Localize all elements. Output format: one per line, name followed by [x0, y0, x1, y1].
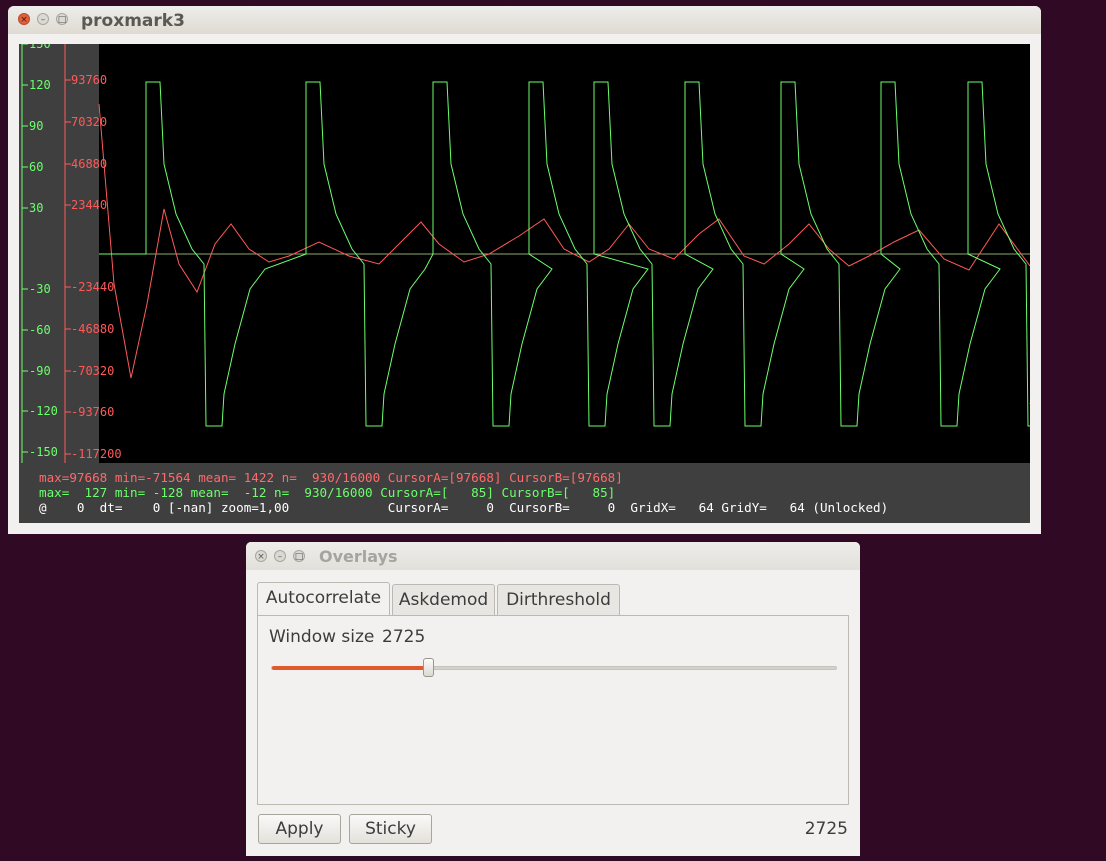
- tab-autocorrelate[interactable]: Autocorrelate: [257, 582, 390, 615]
- sticky-button[interactable]: Sticky: [349, 814, 432, 844]
- window-size-value: 2725: [382, 627, 426, 647]
- bottom-value: 2725: [804, 819, 848, 839]
- left-tick-label: 60: [29, 160, 43, 174]
- signal-plot[interactable]: 150 120 90 60 30 -30 -60 -90 -120 -150 93760 70320 4…: [19, 44, 1030, 463]
- overlays-window: × – □ Overlays Autocorrelate Askdemod Di…: [246, 542, 860, 856]
- status-bar: max=97668 min=-71564 mean= 1422 n= 930/1…: [19, 463, 1030, 523]
- tab-dirthreshold[interactable]: Dirthreshold: [497, 584, 620, 615]
- left-tick-label: -90: [29, 364, 51, 378]
- left-tick-label: -60: [29, 323, 51, 337]
- right-tick-label: -23440: [71, 280, 114, 294]
- close-icon[interactable]: ×: [18, 13, 30, 25]
- left-tick-label: 30: [29, 201, 43, 215]
- plot-area[interactable]: 150 120 90 60 30 -30 -60 -90 -120 -150 93760 70320 4…: [19, 44, 1030, 523]
- left-tick-label: 120: [29, 78, 51, 92]
- minimize-icon[interactable]: –: [37, 13, 49, 25]
- status-line-green: max= 127 min= -128 mean= -12 n= 930/1600…: [39, 485, 616, 500]
- tab-askdemod[interactable]: Askdemod: [392, 584, 495, 615]
- proxmark3-window: × – □ proxmark3 150 120 90 60 30 -30 -60 -90 -12…: [8, 6, 1041, 534]
- right-tick-label: 70320: [71, 115, 107, 129]
- status-line-red: max=97668 min=-71564 mean= 1422 n= 930/1…: [39, 470, 623, 485]
- window-size-label: Window size: [269, 627, 375, 647]
- left-tick-label: -120: [29, 404, 58, 418]
- minimize-icon[interactable]: –: [274, 550, 286, 562]
- right-tick-label: -70320: [71, 364, 114, 378]
- close-icon[interactable]: ×: [255, 550, 267, 562]
- overlays-title-bar: × – □ Overlays: [246, 542, 860, 570]
- slider-handle[interactable]: [423, 658, 435, 677]
- left-tick-label: 90: [29, 119, 43, 133]
- left-tick-label: 150: [29, 44, 51, 51]
- maximize-icon[interactable]: □: [56, 13, 68, 25]
- right-tick-label: -46880: [71, 322, 114, 336]
- left-tick-label: -30: [29, 282, 51, 296]
- slider-fill: [272, 666, 430, 670]
- maximize-icon[interactable]: □: [293, 550, 305, 562]
- right-tick-label: 23440: [71, 198, 107, 212]
- right-tick-label: -93760: [71, 405, 114, 419]
- autocorrelate-panel: Window size 2725: [257, 615, 849, 805]
- apply-button[interactable]: Apply: [258, 814, 341, 844]
- right-tick-label: 93760: [71, 73, 107, 87]
- title-bar: × – □ proxmark3: [8, 6, 1041, 34]
- right-tick-label: 46880: [71, 157, 107, 171]
- left-tick-label: -150: [29, 445, 58, 459]
- right-tick-label: -117200: [71, 447, 122, 461]
- overlays-title: Overlays: [319, 547, 398, 566]
- window-title: proxmark3: [81, 11, 185, 31]
- status-line-cursor: @ 0 dt= 0 [-nan] zoom=1,00 CursorA= 0 Cu…: [39, 500, 889, 515]
- window-size-slider[interactable]: [271, 658, 837, 677]
- red-signal-trace: [98, 103, 1030, 379]
